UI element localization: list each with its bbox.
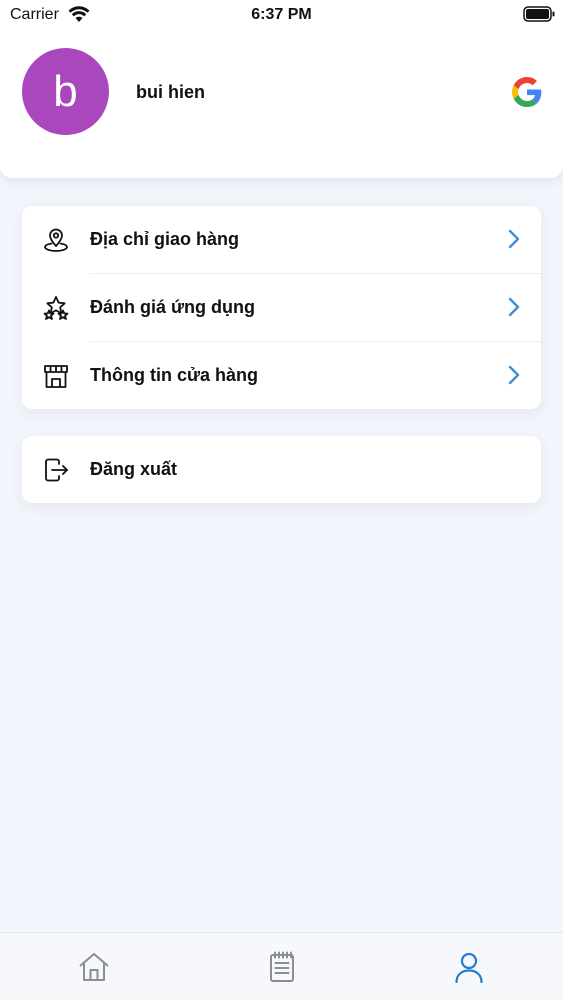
tab-home[interactable] [0, 933, 188, 1000]
location-pin-icon [44, 228, 68, 252]
account-screen: Carrier 6:37 PM b bui hien Địa chỉ giao … [0, 0, 563, 1000]
menu-item-rate-app[interactable]: Đánh giá ứng dụng [22, 274, 541, 341]
star-rating-icon [43, 296, 69, 320]
menu-item-label: Đánh giá ứng dụng [90, 297, 256, 317]
bottom-tab-bar [0, 932, 563, 1000]
profile-icon [455, 952, 483, 984]
menu-item-label: Thông tin cửa hàng [90, 365, 259, 385]
avatar-letter: b [53, 66, 78, 116]
logout-label: Đăng xuất [90, 459, 178, 479]
status-time: 6:37 PM [251, 6, 312, 23]
tab-profile[interactable] [375, 933, 563, 1000]
battery-icon [523, 6, 555, 22]
logout-icon [45, 458, 68, 482]
menu-item-label: Địa chỉ giao hàng [90, 229, 240, 249]
chevron-right-icon[interactable] [506, 364, 522, 386]
tab-orders[interactable] [188, 933, 376, 1000]
logout-button[interactable]: Đăng xuất [22, 436, 541, 503]
chevron-right-icon[interactable] [506, 228, 522, 250]
store-icon [44, 365, 68, 388]
user-name: bui hien [136, 82, 205, 102]
avatar[interactable]: b [22, 48, 109, 135]
orders-notepad-icon [270, 951, 294, 982]
settings-menu: Địa chỉ giao hàng Đánh giá ứng dụng Thôn… [22, 206, 541, 409]
google-icon [512, 77, 542, 107]
profile-header: Carrier 6:37 PM b bui hien [0, 0, 563, 178]
status-bar: Carrier 6:37 PM [0, 0, 563, 30]
chevron-right-icon[interactable] [506, 296, 522, 318]
menu-item-store-info[interactable]: Thông tin cửa hàng [22, 342, 541, 409]
home-icon [79, 953, 109, 981]
menu-item-shipping-address[interactable]: Địa chỉ giao hàng [22, 206, 541, 273]
